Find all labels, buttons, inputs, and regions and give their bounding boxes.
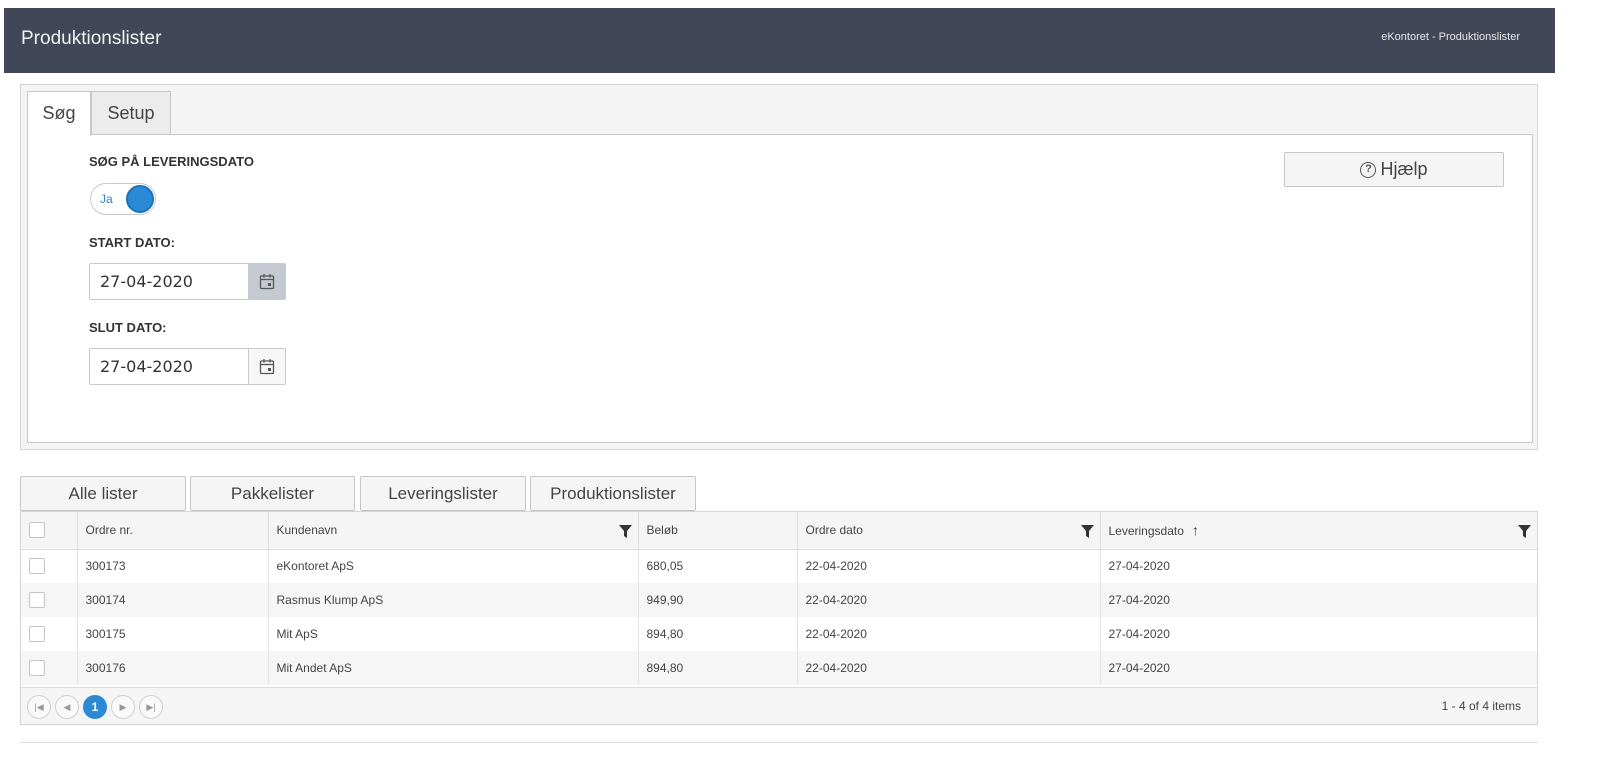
- question-circle-icon: ?: [1360, 161, 1377, 178]
- order-no-cell: 300173: [76, 549, 268, 583]
- row-checkbox[interactable]: [29, 558, 45, 575]
- packing-lists-button[interactable]: Pakkelister: [190, 476, 355, 511]
- filter-icon[interactable]: [1080, 525, 1094, 538]
- order-date-cell: 22-04-2020: [796, 617, 1100, 651]
- breadcrumb: eKontoret - Produktionslister: [1381, 31, 1520, 43]
- orders-grid: Ordre nr. Kundenavn Beløb Ordre dato Lev…: [20, 511, 1538, 725]
- last-page-icon[interactable]: ▶|: [139, 695, 163, 719]
- end-date-input[interactable]: [90, 349, 248, 384]
- customer-cell: Mit Andet ApS: [267, 651, 638, 685]
- orders-table: Ordre nr. Kundenavn Beløb Ordre dato Lev…: [21, 512, 1537, 685]
- delivery-date-cell: 27-04-2020: [1099, 549, 1537, 583]
- end-date-picker: [89, 348, 286, 385]
- first-page-icon[interactable]: |◀: [27, 695, 51, 719]
- tab-content: SØG PÅ LEVERINGSDATO Ja START DATO: SLUT…: [27, 134, 1533, 443]
- delivery-date-cell: 27-04-2020: [1099, 583, 1537, 617]
- table-row[interactable]: 300174 Rasmus Klump ApS 949,90 22-04-202…: [21, 583, 1537, 617]
- previous-page-icon[interactable]: ◀: [55, 695, 79, 719]
- search-panel: Søg Setup SØG PÅ LEVERINGSDATO Ja START …: [20, 84, 1538, 450]
- row-checkbox[interactable]: [29, 626, 45, 642]
- customer-cell: Rasmus Klump ApS: [267, 583, 638, 617]
- start-date-label: START DATO:: [89, 235, 175, 250]
- delivery-date-cell: 27-04-2020: [1099, 651, 1537, 685]
- amount-cell: 894,80: [637, 651, 797, 685]
- column-header-order-no[interactable]: Ordre nr.: [76, 512, 268, 550]
- row-checkbox[interactable]: [29, 592, 45, 608]
- filter-icon[interactable]: [1518, 525, 1531, 538]
- table-header-row: Ordre nr. Kundenavn Beløb Ordre dato Lev…: [21, 512, 1537, 550]
- table-row[interactable]: 300173 eKontoret ApS 680,05 22-04-2020 2…: [21, 549, 1537, 583]
- tab-search[interactable]: Søg: [27, 91, 91, 136]
- start-date-input[interactable]: [90, 264, 248, 299]
- delivery-date-toggle[interactable]: Ja: [90, 183, 156, 215]
- table-row[interactable]: 300176 Mit Andet ApS 894,80 22-04-2020 2…: [21, 651, 1537, 685]
- toggle-knob[interactable]: [126, 185, 154, 213]
- order-no-cell: 300175: [76, 617, 268, 651]
- toggle-on-label: Ja: [100, 192, 113, 206]
- app-header: Produktionslister eKontoret - Produktion…: [4, 8, 1555, 73]
- calendar-icon[interactable]: [248, 349, 285, 384]
- column-header-customer[interactable]: Kundenavn: [267, 512, 638, 550]
- next-page-icon[interactable]: ▶: [111, 695, 135, 719]
- all-lists-button[interactable]: Alle lister: [20, 476, 186, 511]
- row-checkbox[interactable]: [29, 660, 45, 676]
- column-header-delivery-date[interactable]: Leveringsdato ↑: [1099, 512, 1537, 550]
- start-date-picker: [89, 263, 286, 300]
- table-row[interactable]: 300175 Mit ApS 894,80 22-04-2020 27-04-2…: [21, 617, 1537, 651]
- page-title: Produktionslister: [21, 28, 162, 49]
- customer-cell: eKontoret ApS: [267, 549, 638, 583]
- end-date-label: SLUT DATO:: [89, 320, 167, 335]
- help-button[interactable]: ? Hjælp: [1284, 152, 1504, 187]
- amount-cell: 949,90: [637, 583, 797, 617]
- help-button-label: Hjælp: [1380, 159, 1428, 179]
- pager: |◀ ◀ 1 ▶ ▶| 1 - 4 of 4 items: [21, 687, 1537, 724]
- tab-setup[interactable]: Setup: [91, 91, 171, 135]
- calendar-icon[interactable]: [248, 264, 285, 299]
- select-all-checkbox[interactable]: [29, 522, 45, 539]
- amount-cell: 894,80: [637, 617, 797, 651]
- pager-info: 1 - 4 of 4 items: [1441, 699, 1521, 713]
- divider: [20, 742, 1538, 743]
- sort-ascending-icon: ↑: [1191, 522, 1199, 539]
- delivery-lists-button[interactable]: Leveringslister: [360, 476, 526, 511]
- production-lists-button[interactable]: Produktionslister: [530, 476, 696, 511]
- order-date-cell: 22-04-2020: [796, 549, 1100, 583]
- customer-cell: Mit ApS: [267, 617, 638, 651]
- delivery-date-cell: 27-04-2020: [1099, 617, 1537, 651]
- amount-cell: 680,05: [637, 549, 797, 583]
- filter-icon[interactable]: [618, 525, 632, 538]
- column-header-amount[interactable]: Beløb: [637, 512, 797, 550]
- order-no-cell: 300174: [76, 583, 268, 617]
- order-date-cell: 22-04-2020: [796, 583, 1100, 617]
- order-date-cell: 22-04-2020: [796, 651, 1100, 685]
- delivery-date-label: SØG PÅ LEVERINGSDATO: [89, 154, 254, 169]
- select-all-cell: [21, 512, 77, 550]
- column-header-order-date[interactable]: Ordre dato: [796, 512, 1100, 550]
- page-button-current[interactable]: 1: [83, 695, 107, 719]
- order-no-cell: 300176: [76, 651, 268, 685]
